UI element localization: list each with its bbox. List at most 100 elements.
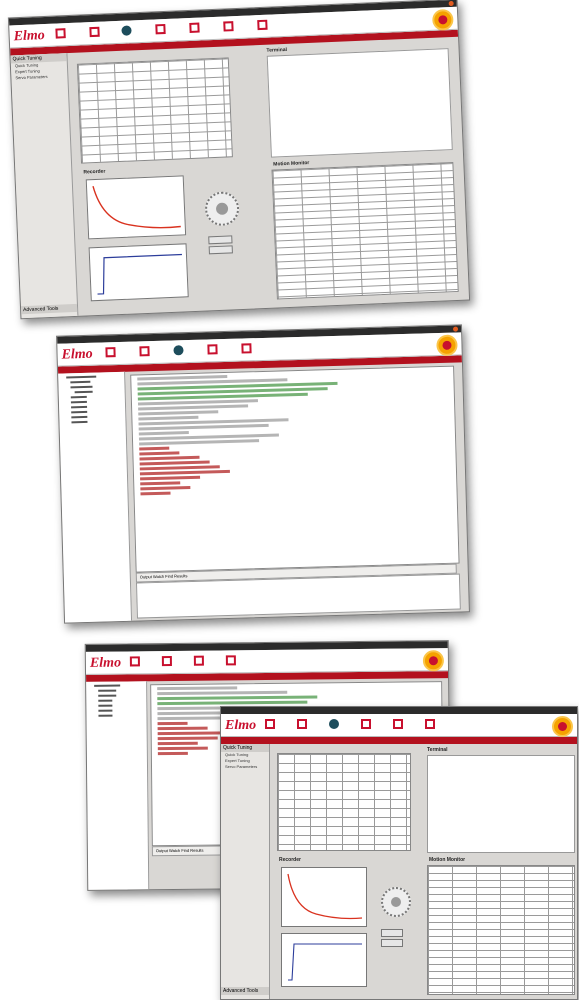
globe-icon — [173, 345, 184, 356]
toolbar-button-5[interactable] — [241, 343, 271, 355]
app-icon — [265, 719, 275, 729]
reset-button[interactable] — [381, 939, 403, 947]
tree-node — [98, 704, 113, 707]
brand-logo: Elmo — [89, 655, 122, 671]
toolbar-button-1[interactable] — [55, 27, 85, 39]
toolbar-button-1[interactable] — [265, 719, 295, 730]
sidebar-item[interactable]: Servo Parameters — [221, 764, 269, 770]
toolbar-button-4[interactable] — [207, 344, 237, 356]
tree-node — [98, 699, 113, 702]
tree-node — [74, 390, 93, 394]
tree-node — [98, 714, 113, 717]
emergency-stop-button[interactable] — [436, 334, 458, 357]
tree-node — [70, 385, 93, 389]
toolbar-button-3[interactable] — [329, 719, 359, 730]
globe-icon — [329, 719, 339, 729]
toolbar-button-2[interactable] — [161, 656, 192, 667]
decay-curve — [92, 185, 181, 229]
output-panel[interactable] — [135, 573, 461, 619]
brand-logo: Elmo — [61, 346, 93, 363]
tree-node — [71, 405, 88, 409]
screenshot-tuning-view: Elmo Quick Tuning Quick Tuning Expert Tu… — [7, 0, 471, 320]
code-editor[interactable] — [130, 365, 460, 573]
app-icon — [155, 23, 166, 35]
decay-curve — [287, 873, 363, 920]
tree-node — [70, 395, 87, 399]
tree-node — [70, 380, 91, 384]
app-icon — [105, 347, 116, 358]
terminal-panel[interactable] — [266, 48, 453, 158]
motion-monitor-table[interactable] — [271, 162, 459, 300]
app-icon — [393, 719, 403, 729]
gain-knob[interactable] — [381, 887, 411, 917]
emergency-stop-button[interactable] — [422, 650, 445, 672]
toolbar-button-4[interactable] — [155, 23, 185, 35]
recorder-graph-lower[interactable] — [281, 933, 367, 987]
sidebar-footer[interactable]: Advanced Tools — [221, 987, 269, 995]
motion-monitor-label: Motion Monitor — [429, 857, 466, 863]
app-icon — [257, 19, 268, 31]
apply-button[interactable] — [381, 929, 403, 937]
close-icon[interactable] — [452, 326, 459, 332]
toolbar-button-4[interactable] — [225, 655, 256, 666]
tree-node — [66, 375, 97, 379]
app-icon — [55, 28, 66, 39]
sidebar-item[interactable]: Servo Parameters — [11, 73, 67, 81]
parameter-grid[interactable] — [277, 753, 411, 851]
recorder-graph-upper[interactable] — [85, 175, 187, 240]
toolbar-button-1[interactable] — [105, 347, 135, 359]
app-icon — [129, 656, 140, 667]
project-tree[interactable] — [86, 681, 150, 890]
screenshot-tuning-view-small: Elmo Quick Tuning Quick Tuning Expert Tu… — [220, 706, 578, 1000]
app-icon — [189, 22, 200, 33]
toolbar-button-3[interactable] — [173, 345, 203, 357]
toolbar-button-2[interactable] — [297, 719, 327, 730]
parameter-grid[interactable] — [76, 57, 233, 164]
ribbon-bar — [221, 737, 577, 744]
tree-node — [70, 400, 87, 404]
gain-knob[interactable] — [204, 191, 240, 227]
emergency-stop-button[interactable] — [552, 716, 573, 737]
recorder-graph-upper[interactable] — [281, 867, 367, 927]
toolbar-button-1[interactable] — [129, 656, 160, 667]
toolbar-button-6[interactable] — [425, 719, 455, 730]
app-icon — [225, 655, 236, 666]
motion-monitor-label: Motion Monitor — [273, 160, 310, 168]
toolbar-button-4[interactable] — [361, 719, 391, 730]
motion-monitor-table[interactable] — [427, 865, 575, 995]
toolbar-button-3[interactable] — [193, 655, 224, 666]
toolbar-button-2[interactable] — [89, 26, 119, 38]
tree-node — [98, 709, 113, 712]
close-icon[interactable] — [448, 0, 454, 7]
top-toolbar: Elmo — [221, 714, 577, 737]
recorder-graph-lower[interactable] — [88, 243, 189, 302]
brand-logo: Elmo — [225, 718, 257, 733]
step-curve — [288, 943, 362, 981]
app-icon — [223, 21, 234, 32]
toolbar-button-2[interactable] — [139, 346, 169, 358]
toolbar-button-6[interactable] — [223, 20, 253, 32]
app-icon — [161, 656, 172, 667]
step-curve — [97, 253, 182, 295]
toolbar-button-5[interactable] — [393, 719, 423, 730]
project-tree[interactable] — [58, 371, 133, 623]
emergency-stop-button[interactable] — [431, 8, 454, 31]
tree-node — [71, 415, 88, 419]
sidebar: Quick Tuning Quick Tuning Expert Tuning … — [10, 53, 79, 319]
toolbar-button-5[interactable] — [189, 22, 219, 34]
recorder-label: Recorder — [279, 857, 301, 863]
sidebar: Quick Tuning Quick Tuning Expert Tuning … — [221, 744, 270, 999]
window-titlebar — [221, 707, 577, 714]
reset-button[interactable] — [208, 245, 233, 255]
toolbar-button-3[interactable] — [121, 25, 151, 37]
apply-button[interactable] — [208, 235, 233, 245]
toolbar-button-7[interactable] — [257, 19, 287, 31]
app-icon — [241, 343, 252, 354]
recorder-label: Recorder — [83, 168, 106, 176]
sidebar-footer[interactable]: Advanced Tools — [20, 303, 78, 315]
app-icon — [425, 719, 435, 729]
app-icon — [89, 26, 100, 38]
terminal-panel[interactable] — [427, 755, 575, 853]
top-toolbar: Elmo — [85, 648, 449, 675]
tree-node — [71, 420, 88, 424]
